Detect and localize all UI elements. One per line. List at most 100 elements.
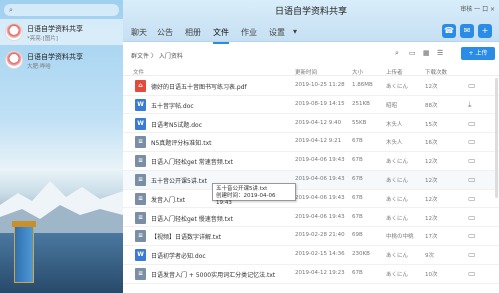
tooltip: 五十音公开课5讲.txt 创建时间：2019-04-06 19:43 <box>212 183 296 206</box>
file-time: 2019-04-12 19:23 <box>295 270 345 276</box>
file-name[interactable]: 日语入门轻松get 常速音频.txt <box>151 157 233 166</box>
file-time: 2019-04-06 19:43 <box>295 213 345 220</box>
window-controls[interactable]: 审核 一 口 × <box>460 4 495 13</box>
txt-file-icon: ≡ <box>135 230 146 243</box>
tab-files[interactable]: 文件 <box>213 27 229 44</box>
folder-icon[interactable]: ▭ <box>468 81 476 90</box>
tab-homework[interactable]: 作业 <box>241 27 257 38</box>
file-name[interactable]: 日语入门轻松get 慢速音频.txt <box>151 214 233 223</box>
file-table-header: 文件 更新时间 大小 上传者 下载次数 <box>123 66 499 76</box>
file-uploader: 木头人 <box>386 140 403 147</box>
folder-icon[interactable]: ▭ <box>468 269 476 278</box>
col-downloads[interactable]: 下载次数 <box>425 68 447 76</box>
chat-item[interactable]: 日语自学资料共享 大肥:哗哈 <box>0 47 123 73</box>
pdf-file-icon: ⌂ <box>135 80 146 92</box>
file-name[interactable]: N5真题评分标准知.txt <box>151 138 211 147</box>
file-downloads: 9次 <box>425 253 434 260</box>
file-uploader: あくにん <box>386 159 409 166</box>
file-time: 2019-02-28 21:40 <box>295 232 345 239</box>
file-row[interactable]: ≡ 五十音公开课5讲.txt 2019-04-06 19:43 67B あくにん 12次 ▭ <box>123 171 499 190</box>
scrollbar[interactable] <box>495 78 498 198</box>
folder-icon[interactable]: ▭ <box>409 49 416 57</box>
folder-icon[interactable]: ▭ <box>468 156 476 165</box>
tab-announcement[interactable]: 公告 <box>157 27 173 38</box>
tab-chat[interactable]: 聊天 <box>131 27 147 38</box>
doc-file-icon: W <box>135 117 146 130</box>
file-name[interactable]: 五十音公开课5讲.txt <box>151 176 207 185</box>
file-downloads: 15次 <box>425 121 438 128</box>
file-time: 2019-08-19 14:15 <box>295 100 345 107</box>
txt-file-icon: ≡ <box>135 136 146 149</box>
file-time: 2019-04-06 19:43 <box>295 194 345 201</box>
file-size: 1.86MB <box>352 82 373 88</box>
add-member-icon[interactable]: + <box>478 24 492 38</box>
file-row[interactable]: ≡ 日语入门轻松get 慢速音频.txt 2019-04-06 19:43 67B あく… <box>123 209 499 228</box>
search-icon[interactable]: ⌕ <box>395 49 399 58</box>
file-row[interactable]: ⌂ 德好的日语五十音图书写练习表.pdf 2019-10-25 11:28 1.86M… <box>123 77 499 96</box>
folder-icon[interactable]: ▭ <box>468 250 476 259</box>
message-icon[interactable]: ✉ <box>460 24 474 38</box>
file-size: 69B <box>352 232 363 239</box>
col-name[interactable]: 文件 <box>133 68 144 76</box>
file-time: 2019-02-15 14:36 <box>295 251 345 258</box>
chat-item[interactable]: 日语自学资料共享 *亮亮:[图片] <box>0 19 123 45</box>
tab-album[interactable]: 相册 <box>185 27 201 38</box>
tooltip-created: 创建时间：2019-04-06 19:43 <box>216 193 276 206</box>
file-size: 67B <box>352 176 363 182</box>
avatar <box>5 23 23 41</box>
phone-icon[interactable]: ☎ <box>442 24 456 38</box>
file-uploader: あくにん <box>386 253 409 260</box>
folder-icon[interactable]: ▭ <box>468 213 476 222</box>
file-downloads: 17次 <box>425 234 438 241</box>
file-downloads: 16次 <box>425 140 438 147</box>
file-name[interactable]: 日语初学者必知.doc <box>151 251 206 260</box>
file-name[interactable]: 日语发音入门 + 5000实用词汇分类记忆法.txt <box>151 270 275 279</box>
file-downloads: 12次 <box>425 159 438 166</box>
folder-icon[interactable]: ▭ <box>468 137 476 146</box>
chat-sidebar: ⌕ 日语自学资料共享 *亮亮:[图片] 日语自学资料共享 大肥:哗哈 <box>0 0 123 293</box>
file-row[interactable]: ≡ 【视频】日语数字详解.txt 2019-02-28 21:40 69B 中桃の中桃 1… <box>123 227 499 246</box>
search-bar[interactable]: ⌕ <box>4 4 119 16</box>
txt-file-icon: ≡ <box>135 174 146 186</box>
col-uploader[interactable]: 上传者 <box>386 68 403 76</box>
folder-icon[interactable]: ▭ <box>468 194 476 203</box>
col-size[interactable]: 大小 <box>352 68 363 76</box>
avatar <box>5 51 23 69</box>
file-time: 2019-04-12 9:21 <box>295 138 342 145</box>
upload-button[interactable]: + 上传 <box>461 47 495 60</box>
list-icon[interactable]: ☰ <box>437 49 443 57</box>
file-name[interactable]: 发音入门.txt <box>151 195 185 204</box>
file-name[interactable]: 日语考N5试题.doc <box>151 120 202 129</box>
txt-file-icon: ≡ <box>135 268 146 280</box>
download-icon[interactable]: ⤓ <box>468 100 472 110</box>
doc-file-icon: W <box>135 249 146 262</box>
file-name[interactable]: 【视频】日语数字详解.txt <box>151 232 221 241</box>
file-row[interactable]: ≡ 日语入门轻松get 常速音频.txt 2019-04-06 19:43 67B あく… <box>123 152 499 171</box>
tab-settings[interactable]: 设置 <box>269 27 285 38</box>
search-icon: ⌕ <box>9 6 13 14</box>
grid-icon[interactable]: ▦ <box>423 49 430 57</box>
file-name[interactable]: 五十音字帖.doc <box>151 101 194 110</box>
file-downloads: 12次 <box>425 196 438 203</box>
breadcrumb[interactable]: 群文件 〉 入门资料 <box>131 51 183 60</box>
file-uploader: あくにん <box>386 215 409 222</box>
file-downloads: 10次 <box>425 272 438 278</box>
pillar-wallpaper <box>12 221 36 283</box>
file-time: 2019-04-12 9:40 <box>295 119 342 126</box>
file-time: 2019-10-25 11:28 <box>295 82 345 88</box>
file-row[interactable]: ≡ 发音入门.txt 2019-04-06 19:43 67B あくにん 12次 ▭ <box>123 190 499 209</box>
chat-preview: *亮亮:[图片] <box>27 36 58 42</box>
folder-icon[interactable]: ▭ <box>468 231 476 240</box>
folder-icon[interactable]: ▭ <box>468 119 476 128</box>
file-row[interactable]: ≡ 日语发音入门 + 5000实用词汇分类记忆法.txt 2019-04-12 19… <box>123 265 499 284</box>
title-bar: 日语自学资料共享 审核 一 口 × <box>123 0 499 20</box>
folder-icon[interactable]: ▭ <box>468 175 476 184</box>
file-row[interactable]: W 日语考N5试题.doc 2019-04-12 9:40 55KB 木头人 15次 ▭ <box>123 115 499 134</box>
file-row[interactable]: W 日语初学者必知.doc 2019-02-15 14:36 230KB あくにん 9次 ▭ <box>123 246 499 265</box>
tab-more[interactable]: ▾ <box>293 27 297 36</box>
file-name[interactable]: 德好的日语五十音图书写练习表.pdf <box>151 82 247 91</box>
col-time[interactable]: 更新时间 <box>295 68 317 76</box>
file-uploader: あくにん <box>386 84 409 90</box>
file-row[interactable]: W 五十音字帖.doc 2019-08-19 14:15 251KB 昭昭 88次 ⤓ <box>123 96 499 115</box>
file-row[interactable]: ≡ N5真题评分标准知.txt 2019-04-12 9:21 67B 木头人 16次 ▭ <box>123 133 499 152</box>
